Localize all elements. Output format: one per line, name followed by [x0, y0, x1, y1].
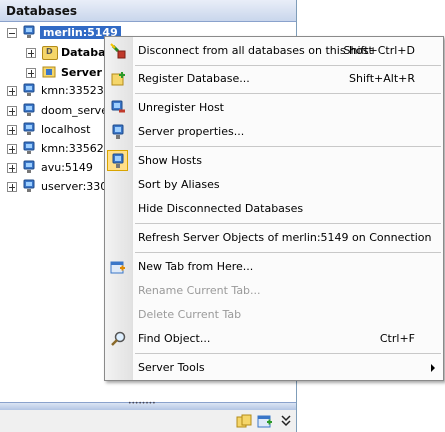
- unregister-host-icon: [111, 100, 125, 113]
- tree-node-label: localhost: [41, 123, 91, 136]
- expand-icon[interactable]: [7, 125, 17, 135]
- tree-node-label: Server: [61, 66, 102, 79]
- menu-item-label: Disconnect from all databases on this ho…: [138, 44, 373, 57]
- menu-item-label: Unregister Host: [138, 101, 224, 114]
- menu-item-sort-by-aliases[interactable]: Sort by Aliases: [105, 174, 443, 196]
- menu-item-label: Find Object...: [138, 332, 211, 345]
- menu-item-find-object[interactable]: Find Object... Ctrl+F: [105, 328, 443, 350]
- server-objects-icon: [42, 66, 56, 78]
- new-tab-icon[interactable]: [257, 413, 273, 429]
- panel-footer: [0, 410, 296, 432]
- menu-item-label: Register Database...: [138, 72, 250, 85]
- menu-item-label: Hide Disconnected Databases: [138, 202, 304, 215]
- menu-item-server-properties[interactable]: Server properties...: [105, 121, 443, 143]
- menu-item-label: Refresh Server Objects of merlin:5149 on…: [138, 231, 432, 244]
- expand-icon[interactable]: [7, 163, 17, 173]
- databases-tab-icon[interactable]: [236, 413, 252, 429]
- menu-item-shortcut: Shift+Alt+R: [349, 72, 415, 85]
- menu-item-unregister-host[interactable]: Unregister Host: [105, 97, 443, 119]
- tree-node-label: userver:330: [41, 180, 108, 193]
- tree-node-label: Databa: [61, 46, 106, 59]
- menu-separator: [135, 93, 441, 94]
- host-icon: [23, 160, 35, 173]
- new-tab-icon: [110, 261, 125, 274]
- panel-header: Databases: [0, 0, 296, 22]
- server-properties-icon: [112, 124, 124, 139]
- expand-icon[interactable]: [7, 106, 17, 116]
- menu-item-shortcut: Shift+Ctrl+D: [343, 44, 415, 57]
- menu-item-label: New Tab from Here...: [138, 260, 254, 273]
- menu-item-show-hosts[interactable]: Show Hosts: [105, 150, 443, 172]
- show-hosts-icon: [112, 153, 124, 168]
- tree-node-label: avu:5149: [41, 161, 93, 174]
- menu-item-shortcut: Ctrl+F: [379, 332, 415, 345]
- expand-icon[interactable]: [26, 68, 36, 78]
- register-database-icon: [111, 72, 125, 86]
- databases-folder-icon: [42, 46, 58, 60]
- host-icon: [23, 122, 35, 135]
- expand-icon[interactable]: [7, 182, 17, 192]
- tree-node-label: doom_serve: [41, 104, 108, 117]
- menu-item-label: Show Hosts: [138, 154, 202, 167]
- menu-item-new-tab[interactable]: New Tab from Here...: [105, 256, 443, 278]
- menu-separator: [135, 353, 441, 354]
- expand-icon[interactable]: [7, 144, 17, 154]
- menu-separator: [135, 65, 441, 66]
- menu-item-label: Rename Current Tab...: [138, 284, 261, 297]
- menu-item-rename-tab[interactable]: Rename Current Tab...: [105, 280, 443, 302]
- menu-separator: [135, 146, 441, 147]
- tree-node-label: kmn:33523: [41, 84, 104, 97]
- menu-item-refresh-server-objects[interactable]: Refresh Server Objects of merlin:5149 on…: [105, 227, 443, 249]
- find-icon: [111, 331, 126, 346]
- host-icon: [23, 179, 35, 192]
- menu-item-disconnect-all[interactable]: Disconnect from all databases on this ho…: [105, 40, 443, 62]
- context-menu: Disconnect from all databases on this ho…: [104, 36, 444, 381]
- menu-item-delete-tab[interactable]: Delete Current Tab: [105, 304, 443, 326]
- panel-title: Databases: [6, 4, 78, 18]
- menu-item-hide-disconnected[interactable]: Hide Disconnected Databases: [105, 198, 443, 220]
- menu-separator: [135, 223, 441, 224]
- menu-separator: [135, 252, 441, 253]
- host-icon: [23, 141, 35, 154]
- collapse-icon[interactable]: [7, 28, 17, 38]
- disconnect-icon: [110, 43, 126, 59]
- host-icon: [23, 25, 35, 38]
- menu-item-register-database[interactable]: Register Database... Shift+Alt+R: [105, 68, 443, 90]
- menu-item-label: Server properties...: [138, 125, 245, 138]
- menu-item-server-tools[interactable]: Server Tools: [105, 357, 443, 379]
- submenu-arrow-icon: [431, 364, 435, 372]
- menu-item-label: Delete Current Tab: [138, 308, 242, 321]
- menu-item-label: Sort by Aliases: [138, 178, 220, 191]
- expand-icon[interactable]: [26, 48, 36, 58]
- chevron-more-icon[interactable]: [278, 413, 294, 429]
- host-icon: [23, 83, 35, 96]
- tree-node-label: kmn:33562: [41, 142, 104, 155]
- expand-icon[interactable]: [7, 86, 17, 96]
- host-icon: [23, 103, 35, 116]
- menu-item-label: Server Tools: [138, 361, 205, 374]
